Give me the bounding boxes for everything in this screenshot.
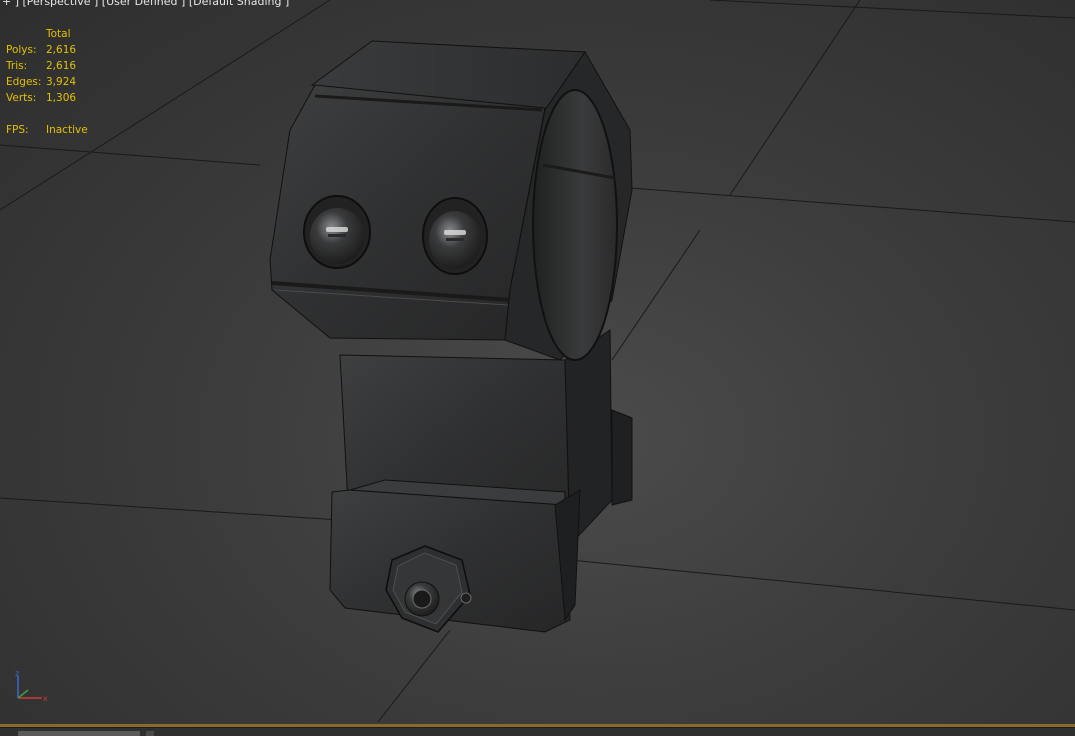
stats-row: Verts: 1,306: [6, 90, 106, 106]
stats-label: Polys:: [6, 44, 37, 56]
fps-row: FPS: Inactive: [6, 122, 106, 138]
stats-row: Tris: 2,616: [6, 58, 106, 74]
time-next-button[interactable]: [146, 731, 154, 736]
x-axis-label: x: [43, 694, 48, 703]
screw-left: [303, 195, 371, 269]
stats-header: Total: [46, 28, 71, 40]
stats-label: Edges:: [6, 76, 42, 88]
stats-header-row: Total: [6, 26, 106, 42]
stats-label: Tris:: [6, 60, 28, 72]
statistics-overlay: Total Polys: 2,616 Tris: 2,616 Edges: 3,…: [6, 26, 106, 138]
viewport-scene[interactable]: [0, 0, 1075, 727]
stats-value: 3,924: [46, 76, 77, 88]
screw-right: [422, 197, 488, 275]
fps-label: FPS:: [6, 124, 29, 136]
axis-gizmo-icon: z x: [15, 669, 48, 703]
stats-row: Edges: 3,924: [6, 74, 106, 90]
stats-label: Verts:: [6, 92, 37, 104]
time-slider-handle[interactable]: [18, 731, 140, 736]
perspective-viewport[interactable]: + ] [Perspective ] [User Defined ] [Defa…: [0, 0, 1075, 727]
y-axis-line: [17, 689, 29, 699]
stats-row: Polys: 2,616: [6, 42, 106, 58]
z-axis-label: z: [15, 669, 19, 678]
stats-value: 2,616: [46, 44, 77, 56]
stats-value: 1,306: [46, 92, 77, 104]
stats-value: 2,616: [46, 60, 77, 72]
viewport-label[interactable]: + ] [Perspective ] [User Defined ] [Defa…: [2, 0, 289, 8]
scope-ring-mount-model: [269, 40, 633, 633]
fps-value: Inactive: [46, 124, 88, 136]
